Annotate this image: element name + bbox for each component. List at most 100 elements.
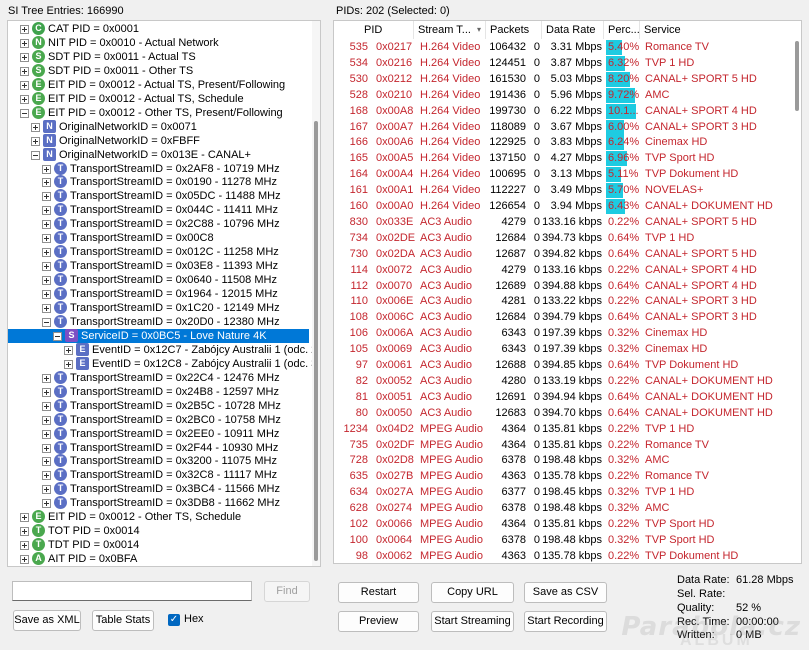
tree-item[interactable]: T TransportStreamID = 0x3200 - 11075 MHz bbox=[8, 454, 313, 468]
tree-item[interactable]: E EventID = 0x12C7 - Zabójcy Australii 1 … bbox=[8, 342, 320, 357]
tree-item[interactable]: T TransportStreamID = 0x2BC0 - 10758 MHz bbox=[8, 412, 313, 427]
preview-button[interactable]: Preview bbox=[338, 611, 419, 632]
tree-item[interactable]: T TransportStreamID = 0x00C8 bbox=[8, 231, 313, 245]
tree-item[interactable]: N NIT PID = 0x0010 - Actual Network bbox=[8, 35, 313, 50]
table-row[interactable]: 100 0x0064 MPEG Audio 6378 0 198.48 kbps 0.32%… bbox=[334, 533, 794, 549]
tree-scrollbar[interactable] bbox=[312, 21, 320, 566]
column-header-pid[interactable]: PID bbox=[334, 21, 414, 39]
table-row[interactable]: 164 0x00A4 H.264 Video 100695 0 3.13 Mbps 5.11… bbox=[334, 167, 794, 183]
collapse-icon[interactable] bbox=[20, 108, 29, 118]
expand-icon[interactable] bbox=[42, 192, 51, 202]
tree-item[interactable]: T TransportStreamID = 0x3DB8 - 11662 MHz bbox=[8, 496, 313, 510]
table-row[interactable]: 105 0x0069 AC3 Audio 6343 0 197.39 kbps 0.32% C… bbox=[334, 342, 794, 358]
tree-item[interactable]: S SDT PID = 0x0011 - Actual TS bbox=[8, 49, 313, 64]
expand-icon[interactable] bbox=[20, 527, 29, 537]
expand-icon[interactable] bbox=[42, 457, 51, 467]
copy-url-button[interactable]: Copy URL bbox=[431, 582, 514, 603]
table-row[interactable]: 102 0x0066 MPEG Audio 4364 0 135.81 kbps 0.22%… bbox=[334, 517, 794, 533]
table-row[interactable]: 112 0x0070 AC3 Audio 12689 0 394.88 kbps 0.64%… bbox=[334, 279, 794, 295]
table-row[interactable]: 80 0x0050 AC3 Audio 12683 0 394.70 kbps 0.64% C… bbox=[334, 406, 794, 422]
table-row[interactable]: 110 0x006E AC3 Audio 4281 0 133.22 kbps 0.22% C… bbox=[334, 294, 794, 310]
table-row[interactable]: 166 0x00A6 H.264 Video 122925 0 3.83 Mbps 6.24… bbox=[334, 135, 794, 151]
tree-item[interactable]: E EIT PID = 0x0012 - Other TS, Present/Fo… bbox=[8, 105, 313, 120]
tree-item[interactable]: N OriginalNetworkID = 0x0071 bbox=[8, 119, 313, 134]
expand-icon[interactable] bbox=[20, 555, 29, 565]
table-row[interactable]: 82 0x0052 AC3 Audio 4280 0 133.19 kbps 0.22% CA… bbox=[334, 374, 794, 390]
tree-item[interactable]: T TransportStreamID = 0x0190 - 11278 MHz bbox=[8, 175, 313, 189]
tree-item[interactable]: T TransportStreamID = 0x2C88 - 10796 MHz bbox=[8, 217, 313, 231]
expand-icon[interactable] bbox=[42, 387, 51, 397]
column-header-stream-type[interactable]: Stream T... ▾ bbox=[414, 21, 486, 39]
expand-icon[interactable] bbox=[42, 206, 51, 216]
table-row[interactable]: 106 0x006A AC3 Audio 6343 0 197.39 kbps 0.32% C… bbox=[334, 326, 794, 342]
column-header-data-rate[interactable]: Data Rate bbox=[542, 21, 604, 39]
tree-item[interactable]: T TransportStreamID = 0x2AF8 - 10719 MHz bbox=[8, 161, 313, 176]
collapse-icon[interactable] bbox=[53, 331, 62, 341]
restart-button[interactable]: Restart bbox=[338, 582, 419, 603]
tree-item[interactable]: T TransportStreamID = 0x22C4 - 12476 MHz bbox=[8, 370, 313, 385]
expand-icon[interactable] bbox=[20, 38, 29, 48]
start-recording-button[interactable]: Start Recording bbox=[524, 611, 607, 632]
tree-item[interactable]: T TransportStreamID = 0x2B5C - 10728 MHz bbox=[8, 398, 313, 413]
save-as-csv-button[interactable]: Save as CSV bbox=[524, 582, 607, 603]
tree-item[interactable]: T TransportStreamID = 0x32C8 - 11117 MHz bbox=[8, 468, 313, 482]
tree-item[interactable]: T TDT PID = 0x0014 bbox=[8, 538, 313, 552]
hex-checkbox[interactable]: ✓ bbox=[168, 614, 180, 626]
tree-item[interactable]: T TransportStreamID = 0x044C - 11411 MHz bbox=[8, 203, 313, 217]
table-row[interactable]: 635 0x027B MPEG Audio 4363 0 135.78 kbps 0.22%… bbox=[334, 469, 794, 485]
tree-item[interactable]: S ServiceID = 0x0BC5 - Love Nature 4K bbox=[8, 328, 309, 343]
table-row[interactable]: 528 0x0210 H.264 Video 191436 0 5.96 Mbps 9.72… bbox=[334, 87, 794, 104]
table-row[interactable]: 735 0x02DF MPEG Audio 4364 0 135.81 kbps 0.22%… bbox=[334, 438, 794, 454]
tree-item[interactable]: T TransportStreamID = 0x0640 - 11508 MHz bbox=[8, 273, 313, 287]
tree-item[interactable]: T TransportStreamID = 0x20D0 - 12380 MHz bbox=[8, 314, 313, 329]
expand-icon[interactable] bbox=[42, 178, 51, 188]
expand-icon[interactable] bbox=[20, 94, 29, 104]
tree-item[interactable]: T TOT PID = 0x0014 bbox=[8, 524, 313, 538]
expand-icon[interactable] bbox=[42, 471, 51, 481]
expand-icon[interactable] bbox=[64, 359, 73, 369]
expand-icon[interactable] bbox=[64, 345, 73, 355]
si-tree-view[interactable]: C CAT PID = 0x0001 N NIT PID = 0x0010 - Act… bbox=[7, 20, 321, 567]
expand-icon[interactable] bbox=[42, 415, 51, 425]
expand-icon[interactable] bbox=[42, 373, 51, 383]
collapse-icon[interactable] bbox=[42, 317, 51, 327]
tree-item[interactable]: E EventID = 0x12C8 - Zabójcy Australii 1 … bbox=[8, 356, 320, 371]
expand-icon[interactable] bbox=[20, 52, 29, 62]
start-streaming-button[interactable]: Start Streaming bbox=[431, 611, 514, 632]
tree-item[interactable]: T TransportStreamID = 0x2F44 - 10930 MHz bbox=[8, 440, 313, 455]
expand-icon[interactable] bbox=[20, 541, 29, 551]
table-stats-button[interactable]: Table Stats bbox=[92, 610, 154, 631]
table-row[interactable]: 165 0x00A5 H.264 Video 137150 0 4.27 Mbps 6.96… bbox=[334, 151, 794, 167]
table-row[interactable]: 530 0x0212 H.264 Video 161530 0 5.03 Mbps 8.20… bbox=[334, 71, 794, 88]
table-row[interactable]: 114 0x0072 AC3 Audio 4279 0 133.16 kbps 0.22% C… bbox=[334, 263, 794, 279]
tree-item[interactable]: T TransportStreamID = 0x1964 - 12015 MHz bbox=[8, 287, 313, 301]
expand-icon[interactable] bbox=[42, 443, 51, 453]
tree-item[interactable]: T TransportStreamID = 0x05DC - 11488 MHz bbox=[8, 189, 313, 203]
tree-scrollbar-thumb[interactable] bbox=[314, 121, 318, 561]
expand-icon[interactable] bbox=[42, 276, 51, 286]
expand-icon[interactable] bbox=[42, 262, 51, 272]
expand-icon[interactable] bbox=[31, 122, 40, 132]
expand-icon[interactable] bbox=[42, 290, 51, 300]
table-row[interactable]: 161 0x00A1 H.264 Video 112227 0 3.49 Mbps 5.70… bbox=[334, 183, 794, 199]
tree-item[interactable]: C CAT PID = 0x0001 bbox=[8, 22, 313, 36]
pid-scrollbar[interactable] bbox=[793, 21, 801, 563]
table-row[interactable]: 97 0x0061 AC3 Audio 12688 0 394.85 kbps 0.64% T… bbox=[334, 358, 794, 374]
table-row[interactable]: 167 0x00A7 H.264 Video 118089 0 3.67 Mbps 6.00… bbox=[334, 119, 794, 136]
table-row[interactable]: 1234 0x04D2 MPEG Audio 4364 0 135.81 kbps 0.22… bbox=[334, 422, 794, 438]
expand-icon[interactable] bbox=[42, 401, 51, 411]
save-as-xml-button[interactable]: Save as XML bbox=[13, 610, 81, 631]
expand-icon[interactable] bbox=[31, 136, 40, 146]
expand-icon[interactable] bbox=[42, 304, 51, 313]
table-row[interactable]: 535 0x0217 H.264 Video 106432 0 3.31 Mbps 5.40… bbox=[334, 40, 794, 56]
tree-item[interactable]: T TransportStreamID = 0x2EE0 - 10911 MHz bbox=[8, 426, 313, 441]
table-row[interactable]: 160 0x00A0 H.264 Video 126654 0 3.94 Mbps 6.43… bbox=[334, 199, 794, 215]
tree-item[interactable]: T TransportStreamID = 0x03E8 - 11393 MHz bbox=[8, 259, 313, 273]
expand-icon[interactable] bbox=[42, 499, 51, 509]
table-row[interactable]: 168 0x00A8 H.264 Video 199730 0 6.22 Mbps 10.1… bbox=[334, 103, 794, 120]
tree-item[interactable]: A AIT PID = 0x0BFA bbox=[8, 552, 313, 566]
expand-icon[interactable] bbox=[20, 80, 29, 90]
table-row[interactable]: 108 0x006C AC3 Audio 12684 0 394.79 kbps 0.64%… bbox=[334, 310, 794, 326]
expand-icon[interactable] bbox=[20, 513, 29, 523]
table-row[interactable]: 728 0x02D8 MPEG Audio 6378 0 198.48 kbps 0.32%… bbox=[334, 453, 794, 469]
